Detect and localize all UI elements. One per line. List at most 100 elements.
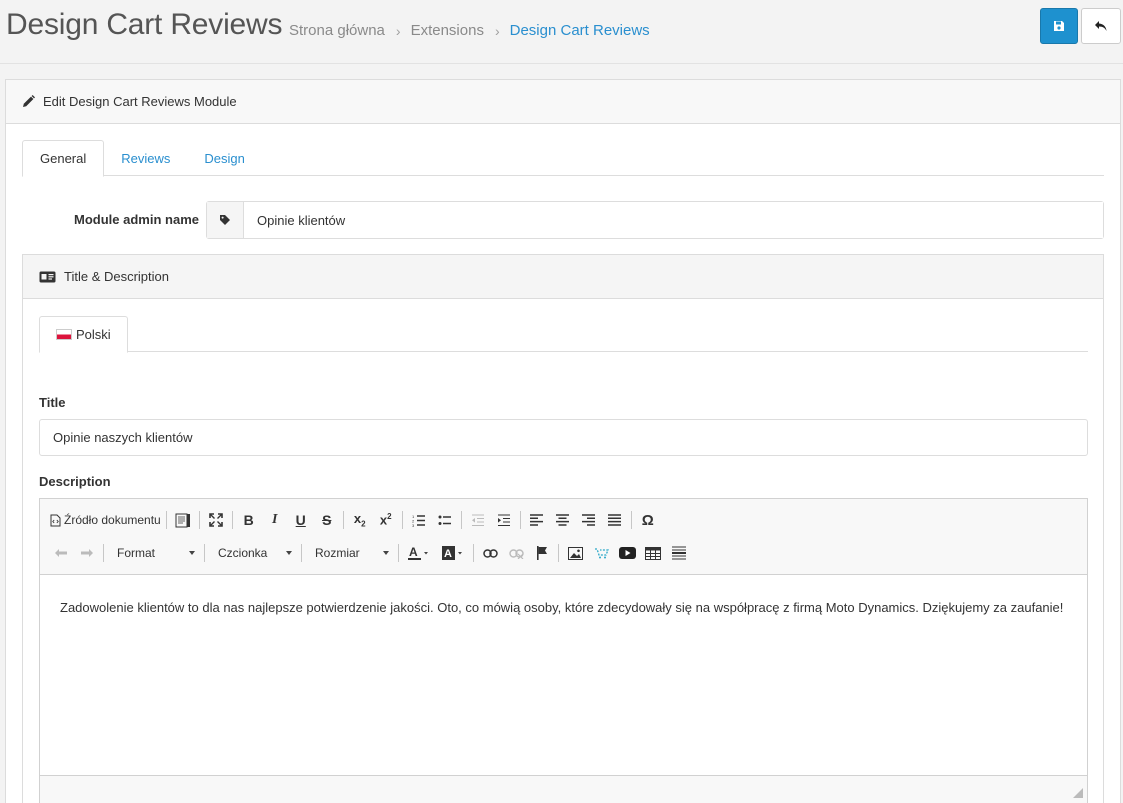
tab-design[interactable]: Design — [187, 140, 261, 176]
editor-toolbar: Źródło dokumentu B I U S x2 x2 1 2 3 Ω F… — [40, 499, 1087, 575]
module-name-label: Module admin name — [74, 212, 199, 227]
source-button[interactable]: Źródło dokumentu — [48, 508, 163, 532]
tab-language-polski[interactable]: Polski — [39, 316, 128, 353]
toolbar-separator — [204, 544, 205, 562]
preview-button[interactable] — [170, 508, 196, 532]
editor-footer — [40, 775, 1087, 803]
underline-icon: U — [295, 512, 306, 528]
anchor-button[interactable] — [529, 541, 555, 565]
toolbar-row-1: Źródło dokumentu B I U S x2 x2 1 2 3 Ω — [48, 507, 661, 533]
caret-down-icon — [383, 551, 389, 555]
caret-down-icon — [189, 551, 195, 555]
indent-button[interactable] — [491, 508, 517, 532]
font-label: Czcionka — [218, 546, 268, 560]
pencil-icon — [22, 95, 35, 108]
undo-button[interactable] — [48, 541, 74, 565]
outdent-icon — [471, 514, 484, 526]
image-button[interactable] — [562, 541, 588, 565]
image-icon — [567, 546, 583, 560]
align-center-button[interactable] — [550, 508, 576, 532]
toolbar-separator — [103, 544, 104, 562]
background-color-button[interactable]: A — [436, 541, 470, 565]
chevron-right-icon: › — [494, 22, 500, 39]
module-name-row: Module admin name — [22, 201, 1104, 239]
subscript-button[interactable]: x2 — [347, 508, 373, 532]
panel-heading-text: Edit Design Cart Reviews Module — [43, 94, 237, 109]
omega-icon: Ω — [641, 511, 654, 529]
redo-button[interactable] — [74, 541, 100, 565]
size-label: Rozmiar — [315, 546, 360, 560]
special-char-button[interactable]: Ω — [635, 508, 661, 532]
text-color-button[interactable]: A — [402, 541, 436, 565]
align-left-button[interactable] — [524, 508, 550, 532]
source-label: Źródło dokumentu — [64, 513, 161, 527]
svg-text:A: A — [409, 546, 418, 559]
toolbar-separator — [401, 511, 403, 529]
breadcrumb-current[interactable]: Design Cart Reviews — [510, 22, 650, 39]
editor-content[interactable]: Zadowolenie klientów to dla nas najlepsz… — [40, 576, 1087, 776]
module-name-group — [206, 201, 1104, 239]
format-dropdown[interactable]: Format — [107, 541, 201, 565]
youtube-button[interactable] — [614, 541, 640, 565]
rich-text-editor: Źródło dokumentu B I U S x2 x2 1 2 3 Ω F… — [39, 498, 1088, 803]
title-input[interactable] — [39, 419, 1088, 456]
bold-icon: B — [243, 512, 254, 528]
unlink-button[interactable] — [503, 541, 529, 565]
preview-icon — [175, 513, 190, 527]
numbered-list-button[interactable]: 1 2 3 — [406, 508, 432, 532]
justify-icon — [608, 514, 622, 526]
youtube-icon — [618, 547, 636, 559]
maximize-icon — [208, 513, 223, 527]
toolbar-separator — [460, 511, 462, 529]
justify-button[interactable] — [602, 508, 628, 532]
title-description-panel: Title & Description Polski Title Descrip… — [22, 254, 1104, 803]
title-description-heading: Title & Description — [23, 255, 1103, 299]
reply-icon — [1095, 21, 1107, 31]
page-header: Design Cart Reviews Strona główna › Exte… — [0, 0, 1123, 64]
toolbar-separator — [519, 511, 521, 529]
align-left-icon — [530, 514, 544, 526]
bulleted-list-button[interactable] — [432, 508, 458, 532]
resize-grip-icon[interactable] — [1071, 786, 1083, 798]
link-button[interactable] — [477, 541, 503, 565]
outdent-button[interactable] — [465, 508, 491, 532]
toolbar-separator — [630, 511, 632, 529]
breadcrumb-extensions[interactable]: Extensions — [411, 22, 484, 39]
underline-button[interactable]: U — [288, 508, 314, 532]
tab-reviews[interactable]: Reviews — [104, 140, 187, 176]
strikethrough-icon: S — [322, 512, 332, 528]
bold-button[interactable]: B — [236, 508, 262, 532]
language-tabs: Polski — [39, 316, 1088, 353]
italic-button[interactable]: I — [262, 508, 288, 532]
svg-text:3: 3 — [412, 523, 415, 527]
poland-flag-icon — [56, 329, 72, 340]
strikethrough-button[interactable]: S — [314, 508, 340, 532]
align-right-button[interactable] — [576, 508, 602, 532]
back-button[interactable] — [1081, 8, 1121, 44]
module-panel: Edit Design Cart Reviews Module General … — [5, 79, 1121, 803]
panel-heading: Edit Design Cart Reviews Module — [6, 80, 1120, 124]
breadcrumb-home[interactable]: Strona główna — [289, 22, 385, 39]
language-label: Polski — [76, 327, 111, 342]
module-name-input[interactable] — [244, 202, 1103, 238]
toolbar-separator — [301, 544, 302, 562]
iframe-button[interactable] — [588, 541, 614, 565]
table-button[interactable] — [640, 541, 666, 565]
toolbar-separator — [342, 511, 344, 529]
toolbar-row-2: Format Czcionka Rozmiar A A — [48, 540, 692, 566]
tab-general[interactable]: General — [22, 140, 105, 177]
unlink-icon — [508, 548, 524, 559]
title-label: Title — [39, 395, 66, 410]
horizontal-line-icon — [672, 546, 686, 560]
horizontal-line-button[interactable] — [666, 541, 692, 565]
size-dropdown[interactable]: Rozmiar — [305, 541, 395, 565]
superscript-button[interactable]: x2 — [373, 508, 399, 532]
superscript-icon: x2 — [379, 512, 392, 528]
maximize-button[interactable] — [203, 508, 229, 532]
subscript-icon: x2 — [353, 511, 366, 529]
svg-text:A: A — [444, 548, 452, 560]
toolbar-separator — [558, 544, 559, 562]
save-button[interactable] — [1040, 8, 1078, 44]
source-icon — [50, 514, 61, 526]
font-dropdown[interactable]: Czcionka — [208, 541, 298, 565]
